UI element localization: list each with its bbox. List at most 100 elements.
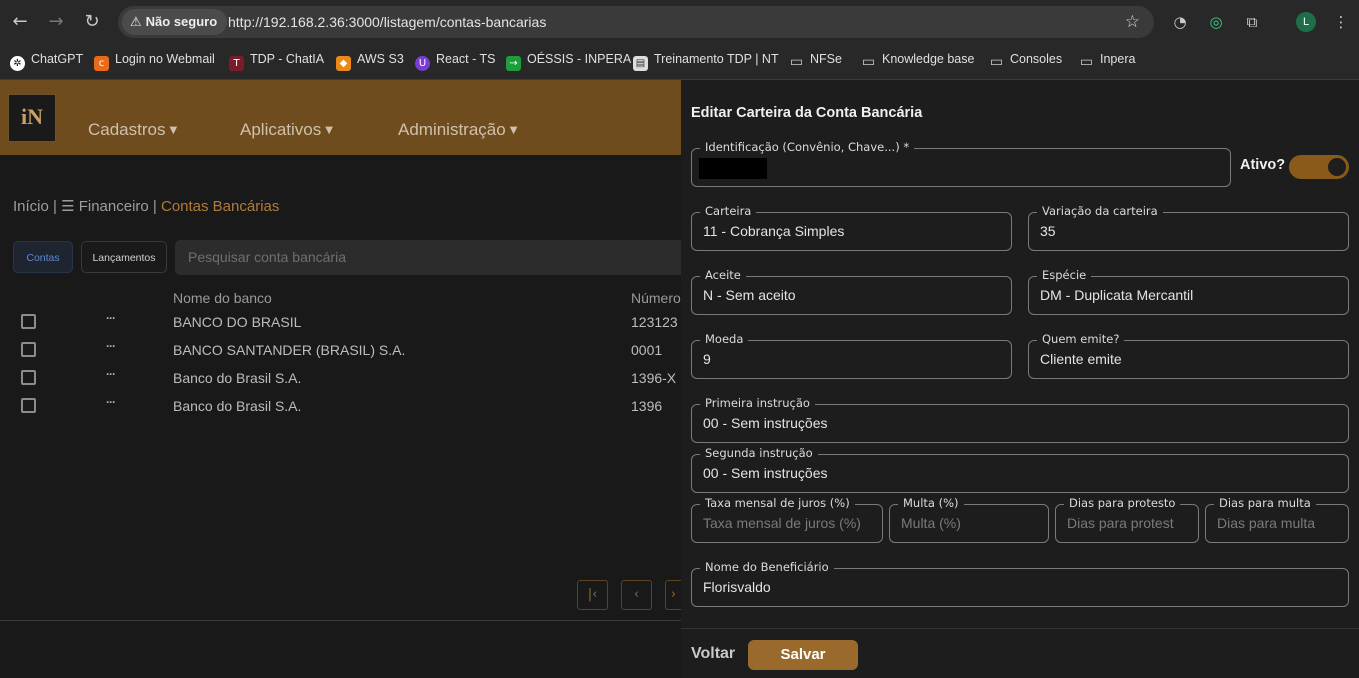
bookmark-tdp-chatia[interactable]: T TDP - ChatIA (229, 44, 324, 74)
react-icon: U (415, 56, 430, 71)
row-checkbox[interactable] (21, 314, 36, 329)
url-text[interactable]: http://192.168.2.36:3000/listagem/contas… (228, 6, 546, 38)
dias-multa-input[interactable]: Dias para multa Dias para multa (1205, 496, 1349, 543)
reload-icon[interactable]: ↻ (79, 9, 105, 35)
browser-menu-icon[interactable]: ⋮ (1330, 11, 1352, 33)
menu-label: Cadastros (88, 120, 166, 139)
row-checkbox[interactable] (21, 370, 36, 385)
forward-arrow-icon[interactable]: → (43, 9, 69, 35)
folder-icon: ▭ (789, 54, 804, 70)
bookmark-label: Treinamento TDP | NT (654, 52, 779, 66)
bookmark-react-ts[interactable]: U React - TS (415, 44, 496, 74)
table-row[interactable]: ··· Banco do Brasil S.A. 1396-X (0, 364, 681, 392)
inpera-logo[interactable]: iN (8, 94, 56, 142)
security-chip[interactable]: ⚠ Não seguro (122, 9, 228, 35)
field-value: Cliente emite (1040, 351, 1122, 367)
cpanel-icon: c (94, 56, 109, 71)
row-checkbox[interactable] (21, 342, 36, 357)
field-value: 35 (1040, 223, 1056, 239)
quem-emite-select[interactable]: Quem emite? Cliente emite (1028, 332, 1349, 379)
bookmark-star-icon[interactable]: ☆ (1125, 6, 1140, 38)
save-button[interactable]: Salvar (748, 640, 858, 670)
previous-page-icon[interactable]: ‹ (621, 580, 652, 610)
menu-label: Administração (398, 120, 506, 139)
field-value: 00 - Sem instruções (703, 415, 828, 431)
table-row[interactable]: ··· BANCO SANTANDER (BRASIL) S.A. 0001 (0, 336, 681, 364)
active-label: Ativo? (1240, 157, 1286, 173)
column-header-bank[interactable]: Nome do banco (173, 290, 272, 306)
field-label: Primeira instrução (700, 396, 815, 410)
extensions-puzzle-icon[interactable]: ⧉ (1241, 11, 1263, 33)
profile-avatar[interactable]: L (1296, 12, 1316, 32)
tab-contas[interactable]: Contas (13, 241, 73, 273)
divider (681, 628, 1359, 629)
bookmark-chatgpt[interactable]: ✲ ChatGPT (10, 44, 83, 74)
menu-aplicativos[interactable]: Aplicativos ▼ (240, 120, 333, 140)
bookmark-consoles[interactable]: ▭ Consoles (989, 44, 1062, 74)
number-cell: 1396-X (631, 370, 677, 386)
breadcrumb-home[interactable]: Início | (13, 198, 57, 215)
beneficiario-input[interactable]: Nome do Beneficiário Florisvaldo (691, 560, 1349, 607)
menu-label: Aplicativos (240, 120, 322, 139)
column-header-number[interactable]: Número (631, 290, 681, 306)
more-options-icon[interactable]: ··· (106, 367, 116, 381)
field-label: Dias para protesto (1064, 496, 1181, 510)
divider (0, 620, 681, 621)
bookmark-aws-s3[interactable]: ◆ AWS S3 (336, 44, 404, 74)
dias-protesto-input[interactable]: Dias para protesto Dias para protest (1055, 496, 1199, 543)
bookmark-label: Knowledge base (882, 52, 975, 66)
first-page-icon[interactable]: |‹ (577, 580, 608, 610)
menu-cadastros[interactable]: Cadastros ▼ (88, 120, 177, 140)
folder-icon: ▭ (861, 54, 876, 70)
breadcrumb-current: Contas Bancárias (160, 198, 280, 215)
folder-icon: ▭ (989, 54, 1004, 70)
active-toggle[interactable] (1289, 155, 1349, 179)
field-label: Multa (%) (898, 496, 964, 510)
bookmark-label: NFSe (810, 52, 842, 66)
bookmark-webmail[interactable]: c Login no Webmail (94, 44, 215, 74)
bank-name-cell: BANCO SANTANDER (BRASIL) S.A. (173, 342, 406, 358)
bookmark-inpera[interactable]: ▭ Inpera (1079, 44, 1136, 74)
bank-name-cell: BANCO DO BRASIL (173, 314, 302, 330)
next-page-icon[interactable]: › (665, 580, 681, 610)
address-bar[interactable]: ⚠ Não seguro http://192.168.2.36:3000/lis… (118, 6, 1154, 38)
bookmark-oessis[interactable]: → OÉSSIS - INPERA (506, 44, 631, 74)
moeda-field[interactable]: Moeda 9 (691, 332, 1012, 379)
taxa-juros-input[interactable]: Taxa mensal de juros (%) Taxa mensal de … (691, 496, 883, 543)
field-label: Taxa mensal de juros (%) (700, 496, 855, 510)
carteira-select[interactable]: Carteira 11 - Cobrança Simples (691, 204, 1012, 251)
search-input[interactable]: Pesquisar conta bancária (175, 240, 695, 275)
target-extension-icon[interactable]: ◎ (1205, 11, 1227, 33)
field-placeholder: Multa (%) (901, 515, 961, 531)
caret-down-icon: ▼ (509, 125, 518, 136)
bookmark-label: ChatGPT (31, 52, 84, 66)
caret-down-icon: ▼ (169, 125, 178, 136)
aceite-select[interactable]: Aceite N - Sem aceito (691, 268, 1012, 315)
variacao-field[interactable]: Variação da carteira 35 (1028, 204, 1349, 251)
toggle-knob (1328, 158, 1346, 176)
tab-lancamentos[interactable]: Lançamentos (81, 241, 167, 273)
especie-select[interactable]: Espécie DM - Duplicata Mercantil (1028, 268, 1349, 315)
identificacao-field[interactable]: Identificação (Convênio, Chave...) * (691, 140, 1231, 187)
menu-administracao[interactable]: Administração ▼ (398, 120, 517, 140)
more-options-icon[interactable]: ··· (106, 311, 116, 325)
row-checkbox[interactable] (21, 398, 36, 413)
back-arrow-icon[interactable]: ← (7, 9, 33, 35)
bookmark-nfse[interactable]: ▭ NFSe (789, 44, 842, 74)
bookmark-treinamento[interactable]: ▤ Treinamento TDP | NT (633, 44, 779, 74)
spy-extension-icon[interactable]: ◔ (1169, 11, 1191, 33)
more-options-icon[interactable]: ··· (106, 395, 116, 409)
breadcrumb-financeiro[interactable]: ☰ Financeiro | (61, 198, 157, 215)
table-row[interactable]: ··· Banco do Brasil S.A. 1396 (0, 392, 681, 420)
openai-icon: ✲ (10, 56, 25, 71)
table-row[interactable]: ··· BANCO DO BRASIL 123123 (0, 308, 681, 336)
segunda-instrucao-select[interactable]: Segunda instrução 00 - Sem instruções (691, 446, 1349, 493)
primeira-instrucao-select[interactable]: Primeira instrução 00 - Sem instruções (691, 396, 1349, 443)
more-options-icon[interactable]: ··· (106, 339, 116, 353)
multa-input[interactable]: Multa (%) Multa (%) (889, 496, 1049, 543)
bank-name-cell: Banco do Brasil S.A. (173, 398, 302, 414)
back-button[interactable]: Voltar (691, 645, 735, 663)
bookmark-knowledge-base[interactable]: ▭ Knowledge base (861, 44, 975, 74)
browser-toolbar: ← → ↻ ⚠ Não seguro http://192.168.2.36:30… (0, 0, 1359, 44)
number-cell: 1396 (631, 398, 663, 414)
